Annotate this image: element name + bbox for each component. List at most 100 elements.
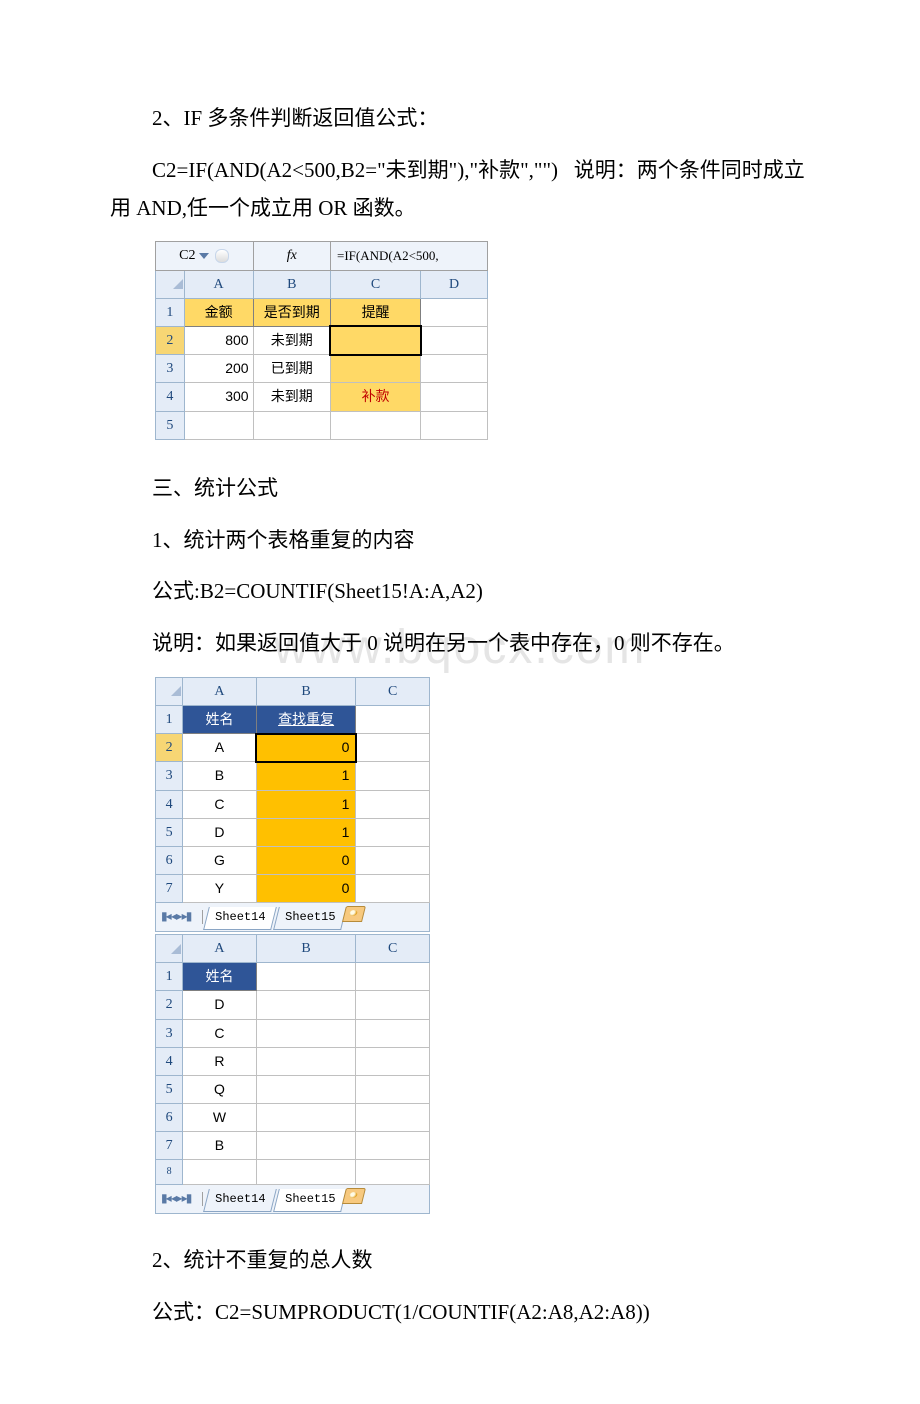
col-header-a[interactable]: A: [183, 934, 257, 962]
cell[interactable]: [256, 1019, 356, 1047]
namebox-dropdown-icon[interactable]: [199, 253, 209, 259]
cell[interactable]: Q: [183, 1075, 257, 1103]
cell[interactable]: [421, 298, 488, 326]
cell[interactable]: [330, 355, 420, 383]
cell[interactable]: [421, 383, 488, 411]
cell[interactable]: [356, 790, 430, 818]
cell[interactable]: 1: [256, 818, 356, 846]
row-header[interactable]: 2: [156, 734, 183, 762]
cell[interactable]: [421, 355, 488, 383]
select-all-corner[interactable]: [156, 677, 183, 705]
header-cell[interactable]: 姓名: [183, 706, 257, 734]
cell[interactable]: 未到期: [253, 383, 330, 411]
cell[interactable]: C: [183, 1019, 257, 1047]
row-header[interactable]: 5: [156, 411, 185, 439]
cell[interactable]: [356, 1019, 430, 1047]
sheet-nav-buttons[interactable]: ▮◂ ◂ ▸ ▸▮: [157, 1191, 190, 1205]
col-header-a[interactable]: A: [184, 270, 253, 298]
cell[interactable]: [256, 963, 356, 991]
cell[interactable]: [356, 706, 430, 734]
row-header[interactable]: 3: [156, 1019, 183, 1047]
header-cell[interactable]: 金额: [184, 298, 253, 326]
cell[interactable]: 补款: [330, 383, 420, 411]
cell[interactable]: 0: [256, 847, 356, 875]
cell[interactable]: [256, 1132, 356, 1160]
cell[interactable]: [356, 818, 430, 846]
cell[interactable]: [421, 411, 488, 439]
col-header-c[interactable]: C: [356, 677, 430, 705]
cell[interactable]: B: [183, 1132, 257, 1160]
col-header-d[interactable]: D: [421, 270, 488, 298]
header-cell[interactable]: 提醒: [330, 298, 420, 326]
row-header[interactable]: 1: [156, 706, 183, 734]
cell[interactable]: 已到期: [253, 355, 330, 383]
cell[interactable]: 1: [256, 790, 356, 818]
cell[interactable]: C: [183, 790, 257, 818]
cell[interactable]: [356, 762, 430, 790]
cell[interactable]: 300: [184, 383, 253, 411]
col-header-b[interactable]: B: [256, 677, 356, 705]
cell[interactable]: 1: [256, 762, 356, 790]
cell[interactable]: [253, 411, 330, 439]
cell[interactable]: [256, 1047, 356, 1075]
col-header-b[interactable]: B: [253, 270, 330, 298]
cell[interactable]: 未到期: [253, 326, 330, 354]
header-cell[interactable]: 姓名: [183, 963, 257, 991]
cell[interactable]: [356, 1104, 430, 1132]
row-header[interactable]: 2: [156, 991, 183, 1019]
row-header[interactable]: 6: [156, 1104, 183, 1132]
cell[interactable]: 200: [184, 355, 253, 383]
row-header[interactable]: 4: [156, 790, 183, 818]
row-header[interactable]: 1: [156, 963, 183, 991]
col-header-a[interactable]: A: [183, 677, 257, 705]
header-cell[interactable]: 是否到期: [253, 298, 330, 326]
cell[interactable]: [184, 411, 253, 439]
col-header-b[interactable]: B: [256, 934, 356, 962]
row-header[interactable]: 5: [156, 1075, 183, 1103]
col-header-c[interactable]: C: [330, 270, 420, 298]
select-all-corner[interactable]: [156, 270, 185, 298]
cell[interactable]: [356, 875, 430, 903]
formula-bar[interactable]: =IF(AND(A2<500,: [330, 242, 487, 270]
sheet-tab[interactable]: Sheet14: [203, 1189, 277, 1212]
row-header[interactable]: 3: [156, 762, 183, 790]
cell[interactable]: [330, 411, 420, 439]
cell[interactable]: D: [183, 991, 257, 1019]
cell[interactable]: [256, 1075, 356, 1103]
row-header[interactable]: 7: [156, 1132, 183, 1160]
row-header[interactable]: 4: [156, 383, 185, 411]
cell[interactable]: [356, 1075, 430, 1103]
cell[interactable]: 0: [256, 875, 356, 903]
cell[interactable]: D: [183, 818, 257, 846]
row-header[interactable]: 4: [156, 1047, 183, 1075]
cell[interactable]: [356, 1047, 430, 1075]
active-cell[interactable]: 0: [256, 734, 356, 762]
sheet-nav-buttons[interactable]: ▮◂ ◂ ▸ ▸▮: [157, 909, 190, 923]
cell[interactable]: [356, 734, 430, 762]
sheet-tab[interactable]: Sheet14: [203, 907, 277, 930]
cell[interactable]: R: [183, 1047, 257, 1075]
cell[interactable]: B: [183, 762, 257, 790]
cell[interactable]: [183, 1160, 257, 1185]
cell[interactable]: [356, 991, 430, 1019]
fx-icon[interactable]: fx: [253, 242, 330, 270]
active-cell[interactable]: [330, 326, 420, 354]
insert-sheet-icon[interactable]: [342, 906, 366, 922]
cell[interactable]: [356, 847, 430, 875]
cell[interactable]: [256, 1160, 356, 1185]
row-header[interactable]: 1: [156, 298, 185, 326]
cell[interactable]: 800: [184, 326, 253, 354]
cell[interactable]: W: [183, 1104, 257, 1132]
cell[interactable]: [256, 1104, 356, 1132]
sheet-tab[interactable]: Sheet15: [273, 1189, 347, 1212]
row-header[interactable]: 3: [156, 355, 185, 383]
cell[interactable]: A: [183, 734, 257, 762]
row-header[interactable]: 2: [156, 326, 185, 354]
cell[interactable]: G: [183, 847, 257, 875]
row-header[interactable]: 6: [156, 847, 183, 875]
cell[interactable]: Y: [183, 875, 257, 903]
col-header-c[interactable]: C: [356, 934, 430, 962]
insert-sheet-icon[interactable]: [342, 1188, 366, 1204]
row-header[interactable]: 7: [156, 875, 183, 903]
row-header[interactable]: 8: [156, 1160, 183, 1185]
